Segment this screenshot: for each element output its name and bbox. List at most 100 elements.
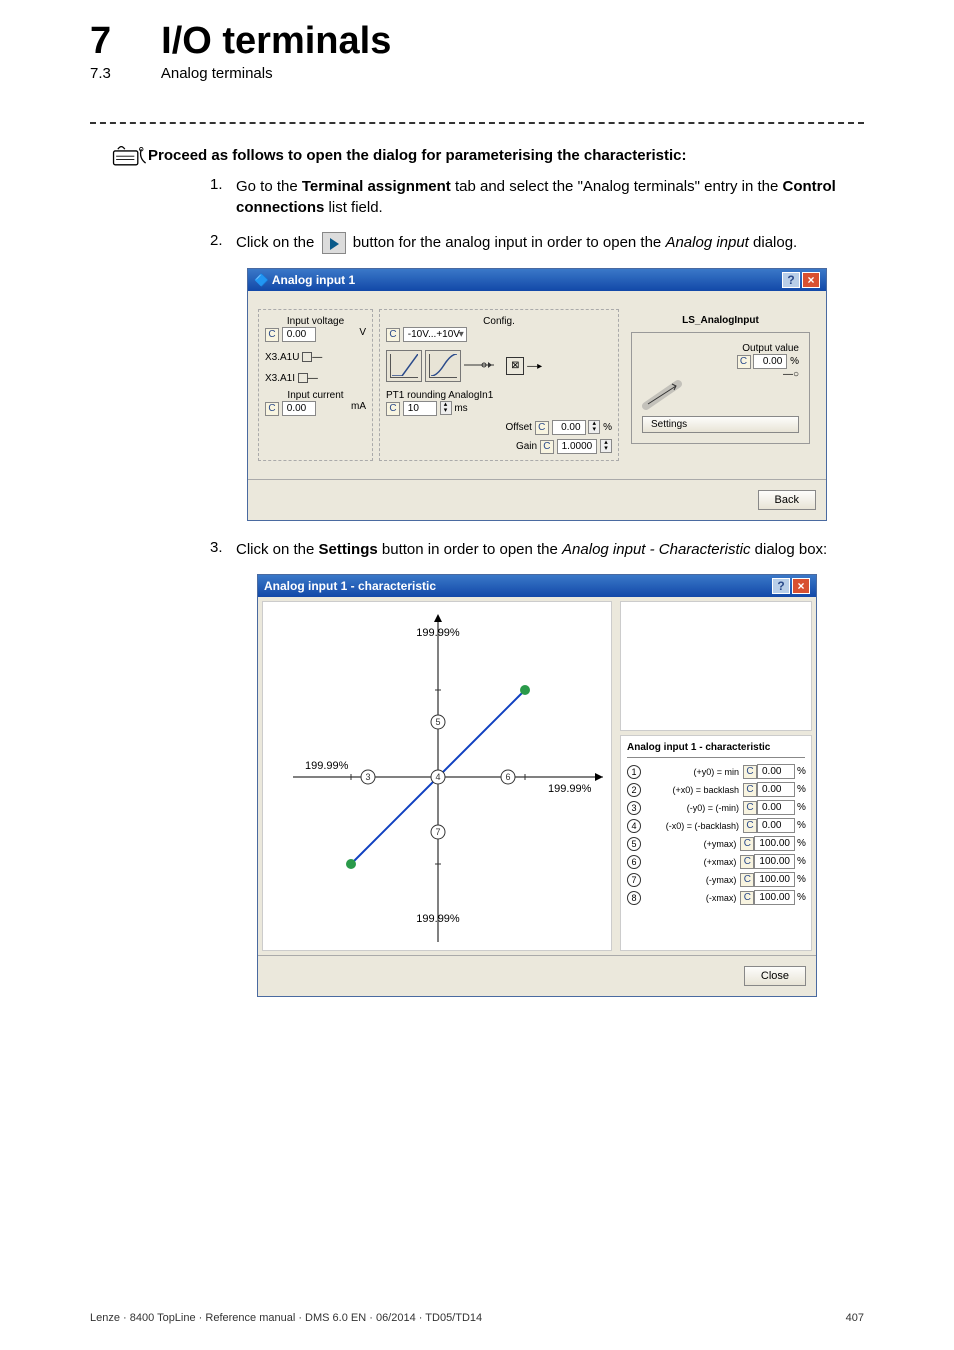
marker-8: 8 bbox=[627, 891, 641, 905]
c-button[interactable]: C bbox=[740, 837, 754, 851]
step3-text: Click on the Settings button in order to… bbox=[236, 539, 864, 560]
settings-button[interactable]: Settings bbox=[642, 416, 799, 433]
help-icon[interactable]: ? bbox=[782, 272, 800, 288]
c-button[interactable]: C bbox=[740, 891, 754, 905]
back-button[interactable]: Back bbox=[758, 490, 816, 510]
characteristic-chart: 3 4 5 6 7 199.99% 199.99% 199.99% bbox=[262, 601, 612, 951]
marker-4: 4 bbox=[627, 819, 641, 833]
spinner[interactable]: ▴▾ bbox=[588, 420, 600, 434]
input-voltage-label: Input voltage bbox=[265, 316, 366, 327]
dialog1-title: 🔷 Analog input 1 bbox=[254, 273, 355, 287]
output-value[interactable]: 0.00 bbox=[753, 354, 787, 369]
param-value[interactable]: 0.00 bbox=[757, 800, 795, 815]
graph-icon bbox=[386, 350, 422, 382]
c-button[interactable]: C bbox=[386, 402, 400, 416]
marker-6: 6 bbox=[627, 855, 641, 869]
step1-num: 1. bbox=[210, 176, 226, 218]
chapter-number: 7 bbox=[90, 20, 111, 63]
c-button[interactable]: C bbox=[743, 783, 757, 797]
svg-text:4: 4 bbox=[435, 772, 440, 782]
help-icon[interactable]: ? bbox=[772, 578, 790, 594]
step2-text: Click on the button for the analog input… bbox=[236, 232, 864, 254]
offset-value[interactable]: 0.00 bbox=[552, 420, 586, 435]
current-unit: mA bbox=[351, 401, 366, 412]
marker-7: 7 bbox=[627, 873, 641, 887]
close-button[interactable]: Close bbox=[744, 966, 806, 986]
dialog1-left-panel: Input voltage C 0.00 V X3.A1U — X3.A1I —… bbox=[258, 309, 373, 461]
play-icon bbox=[322, 232, 346, 254]
c-button[interactable]: C bbox=[535, 421, 549, 435]
marker-2: 2 bbox=[627, 783, 641, 797]
c-button[interactable]: C bbox=[743, 819, 757, 833]
offset-unit: % bbox=[603, 422, 612, 433]
marker-1: 1 bbox=[627, 765, 641, 779]
gain-value[interactable]: 1.0000 bbox=[557, 439, 598, 454]
marker-5: 5 bbox=[627, 837, 641, 851]
pt1-value[interactable]: 10 bbox=[403, 401, 437, 416]
c-button[interactable]: C bbox=[386, 328, 400, 342]
spinner[interactable]: ▴▾ bbox=[600, 439, 612, 453]
y-bottom-label: 199.99% bbox=[416, 913, 460, 925]
param-value[interactable]: 0.00 bbox=[757, 818, 795, 833]
x-left-label: 199.99% bbox=[305, 760, 349, 772]
voltage-unit: V bbox=[359, 327, 366, 338]
gain-label: Gain bbox=[516, 441, 537, 452]
c-button[interactable]: C bbox=[740, 873, 754, 887]
close-icon[interactable]: × bbox=[792, 578, 810, 594]
section-number: 7.3 bbox=[90, 65, 111, 82]
characteristic-dialog: Analog input 1 - characteristic ? × bbox=[257, 574, 817, 997]
param-value[interactable]: 0.00 bbox=[757, 782, 795, 797]
c-button[interactable]: C bbox=[265, 328, 279, 342]
x3a1i-label: X3.A1I bbox=[265, 373, 295, 384]
marker-3: 3 bbox=[627, 801, 641, 815]
config-select[interactable]: -10V...+10V bbox=[403, 327, 467, 342]
output-unit: % bbox=[790, 356, 799, 367]
step3-num: 3. bbox=[210, 539, 226, 560]
analog-input-dialog: 🔷 Analog input 1 ? × Input voltage C 0.0… bbox=[247, 268, 827, 521]
spinner[interactable]: ▴▾ bbox=[440, 401, 452, 415]
svg-text:3: 3 bbox=[365, 772, 370, 782]
x-right-label: 199.99% bbox=[548, 783, 592, 795]
param-value[interactable]: 0.00 bbox=[757, 764, 795, 779]
c-button[interactable]: C bbox=[540, 440, 554, 454]
current-value[interactable]: 0.00 bbox=[282, 401, 316, 416]
pt1-unit: ms bbox=[454, 403, 467, 414]
chapter-title: I/O terminals bbox=[161, 20, 391, 63]
params-panel: Analog input 1 - characteristic 1(+y0) =… bbox=[620, 735, 812, 951]
voltage-value[interactable]: 0.00 bbox=[282, 327, 316, 342]
svg-text:6: 6 bbox=[505, 772, 510, 782]
instruction-lead: Proceed as follows to open the dialog fo… bbox=[148, 147, 686, 164]
svg-text:5: 5 bbox=[435, 717, 440, 727]
y-top-label: 199.99% bbox=[416, 627, 460, 639]
x3a1u-label: X3.A1U bbox=[265, 352, 299, 363]
divider bbox=[90, 122, 864, 124]
section-title: Analog terminals bbox=[161, 65, 273, 82]
c-button[interactable]: C bbox=[737, 355, 751, 369]
page-number: 407 bbox=[846, 1312, 864, 1324]
pt1-label: PT1 rounding AnalogIn1 bbox=[386, 390, 612, 401]
config-label: Config. bbox=[386, 316, 612, 327]
params-header: Analog input 1 - characteristic bbox=[627, 742, 805, 758]
param-value[interactable]: 100.00 bbox=[754, 872, 795, 887]
param-value[interactable]: 100.00 bbox=[754, 836, 795, 851]
preview-panel bbox=[620, 601, 812, 731]
close-icon[interactable]: × bbox=[802, 272, 820, 288]
output-label: Output value bbox=[642, 343, 799, 354]
dialog1-right-panel: LS_AnalogInput Output value C 0.00 % —○ bbox=[625, 309, 816, 461]
step2-num: 2. bbox=[210, 232, 226, 254]
c-button[interactable]: C bbox=[743, 765, 757, 779]
dialog2-title: Analog input 1 - characteristic bbox=[264, 579, 436, 593]
input-current-label: Input current bbox=[265, 390, 366, 401]
step1-text: Go to the Terminal assignment tab and se… bbox=[236, 176, 864, 218]
c-button[interactable]: C bbox=[265, 402, 279, 416]
graph-icon bbox=[425, 350, 461, 382]
dialog1-mid-panel: Config. C -10V...+10V ⊠ —▸ PT1 bbox=[379, 309, 619, 461]
footer-left: Lenze · 8400 TopLine · Reference manual … bbox=[90, 1312, 482, 1324]
param-value[interactable]: 100.00 bbox=[754, 854, 795, 869]
block-label: LS_AnalogInput bbox=[631, 315, 810, 326]
c-button[interactable]: C bbox=[740, 855, 754, 869]
c-button[interactable]: C bbox=[743, 801, 757, 815]
offset-label: Offset bbox=[505, 422, 532, 433]
procedure-icon bbox=[110, 144, 138, 166]
param-value[interactable]: 100.00 bbox=[754, 890, 795, 905]
